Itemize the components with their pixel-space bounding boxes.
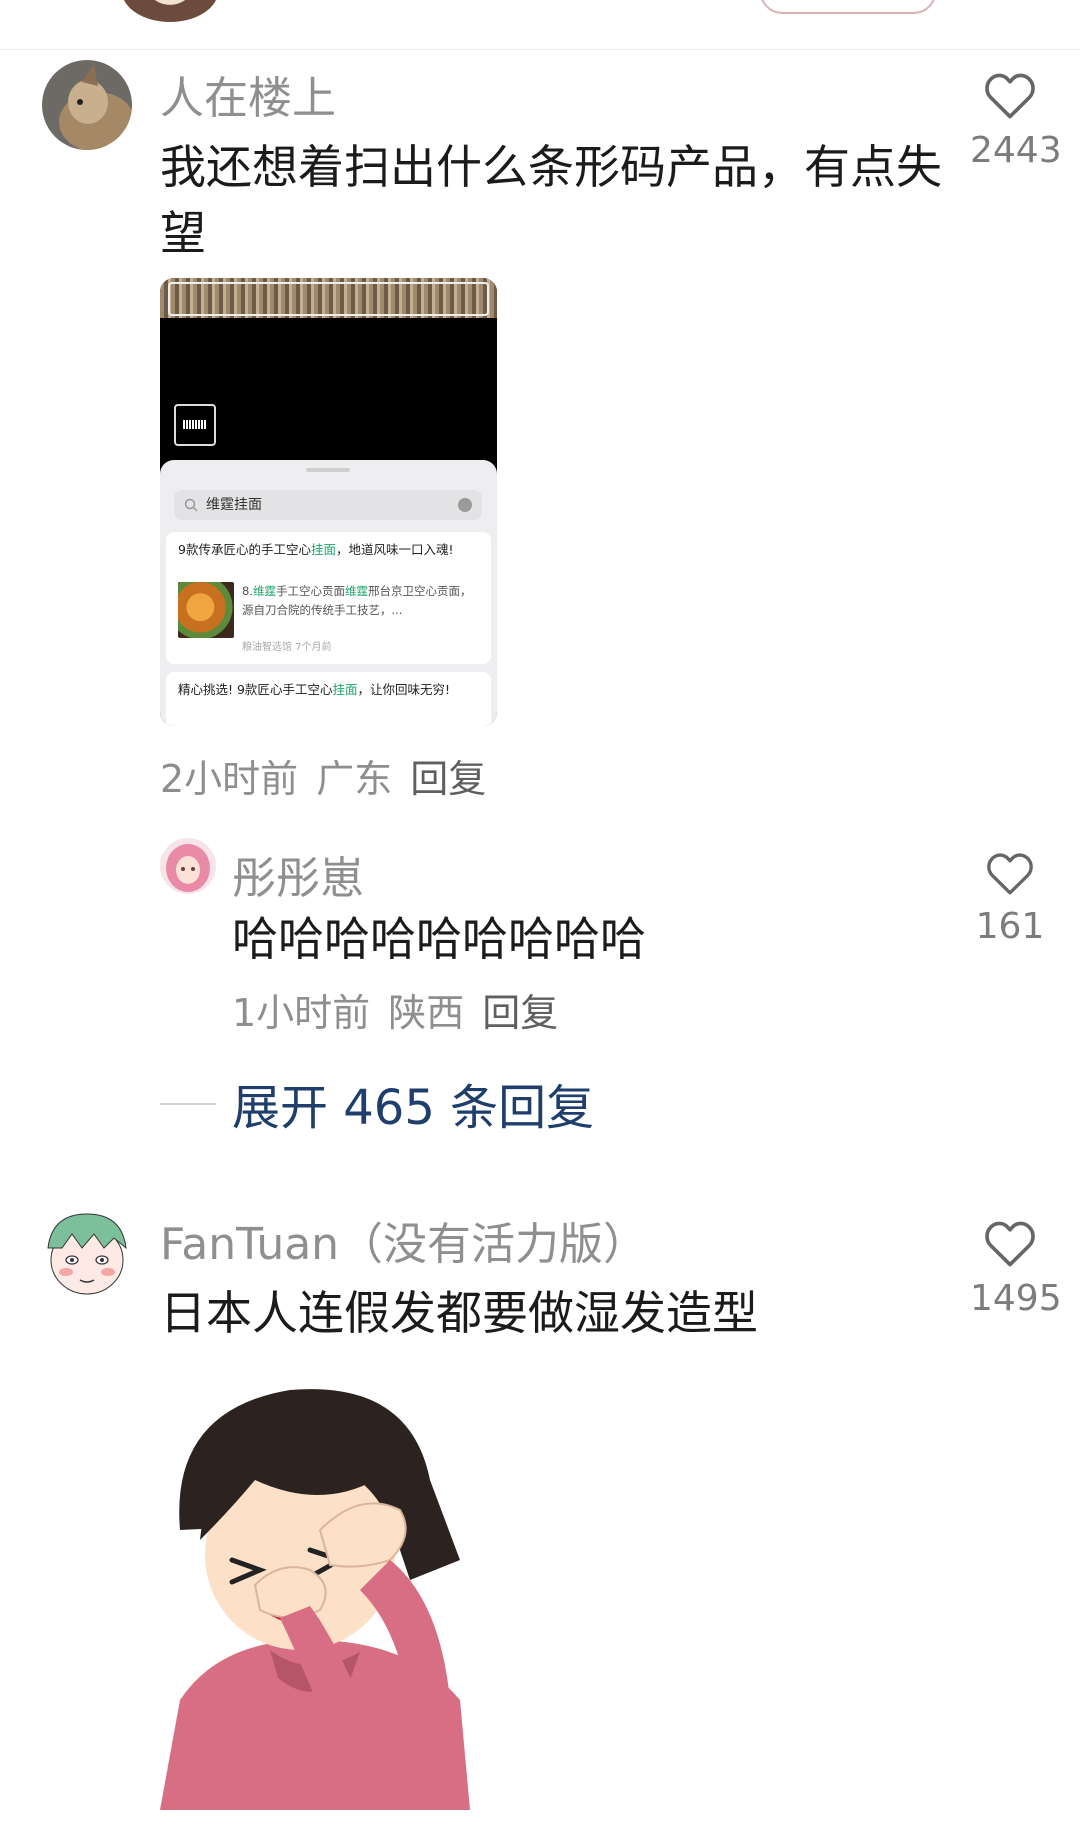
- result-sheet: 维霆挂面 9款传承匠心的手工空心挂面，地道风味一口入魂! 8.维霆手工空心贡面维…: [160, 460, 497, 726]
- result-title: 9款传承匠心的手工空心挂面，地道风味一口入魂!: [178, 542, 454, 557]
- avatar[interactable]: [42, 60, 132, 150]
- like-button[interactable]: 2443: [970, 70, 1062, 171]
- like-button[interactable]: 161: [970, 850, 1050, 947]
- top-user-avatar[interactable]: [122, 0, 218, 22]
- heart-outline-icon: [985, 73, 1035, 119]
- comment-location: 广东: [316, 757, 393, 801]
- expand-replies-link[interactable]: 展开 465 条回复: [232, 1068, 594, 1138]
- clear-icon: [458, 498, 472, 512]
- header-divider: [0, 49, 1080, 50]
- comment-image[interactable]: 维霆挂面 9款传承匠心的手工空心挂面，地道风味一口入魂! 8.维霆手工空心贡面维…: [160, 278, 497, 726]
- search-icon: [184, 498, 198, 512]
- comment-text: 我还想着扫出什么条形码产品，有点失望: [160, 140, 942, 260]
- avatar[interactable]: [160, 838, 216, 894]
- like-count: 1495: [970, 1278, 1062, 1319]
- reply-button[interactable]: 回复: [410, 757, 486, 801]
- result-title: 精心挑选! 9款匠心手工空心挂面，让你回味无穷!: [178, 682, 450, 697]
- like-count: 161: [975, 906, 1045, 947]
- reply-button[interactable]: 回复: [482, 991, 558, 1035]
- heart-outline-icon: [987, 853, 1033, 895]
- search-query: 维霆挂面: [206, 497, 262, 513]
- heart-outline-icon: [985, 1221, 1035, 1267]
- result-thumbnail: [178, 582, 234, 638]
- comment-text: 日本人连假发都要做湿发造型: [160, 1286, 758, 1340]
- result-card: 精心挑选! 9款匠心手工空心挂面，让你回味无穷!: [166, 672, 491, 726]
- like-button[interactable]: 1495: [970, 1218, 1062, 1319]
- follow-button[interactable]: [760, 0, 936, 14]
- reply-meta: 1小时前 陕西 回复: [232, 982, 576, 1037]
- result-meta: 粮油智选馆 7个月前: [242, 642, 332, 653]
- expand-divider: [160, 1103, 216, 1105]
- like-count: 2443: [970, 130, 1062, 171]
- reply-time: 1小时前: [232, 991, 371, 1035]
- comment-username[interactable]: FanTuan（没有活力版）: [160, 1208, 647, 1272]
- barcode-icon: [174, 404, 216, 446]
- comment-meta: 2小时前 广东 回复: [160, 748, 504, 803]
- search-bar: 维霆挂面: [174, 490, 482, 520]
- sheet-handle: [306, 468, 350, 472]
- reply-username[interactable]: 彤彤崽: [232, 842, 364, 906]
- reply-text: 哈哈哈哈哈哈哈哈哈: [232, 912, 646, 966]
- comment-username[interactable]: 人在楼上: [160, 62, 336, 126]
- comment-sticker[interactable]: [160, 1370, 480, 1810]
- result-snippet: 8.维霆手工空心贡面维霆邢台京卫空心贡面，源自刀合院的传统手工技艺，...: [242, 584, 472, 617]
- avatar[interactable]: [42, 1208, 132, 1298]
- result-card: 9款传承匠心的手工空心挂面，地道风味一口入魂! 8.维霆手工空心贡面维霆邢台京卫…: [166, 532, 491, 664]
- scan-frame: [168, 282, 489, 316]
- comment-time: 2小时前: [160, 757, 299, 801]
- reply-location: 陕西: [388, 991, 465, 1035]
